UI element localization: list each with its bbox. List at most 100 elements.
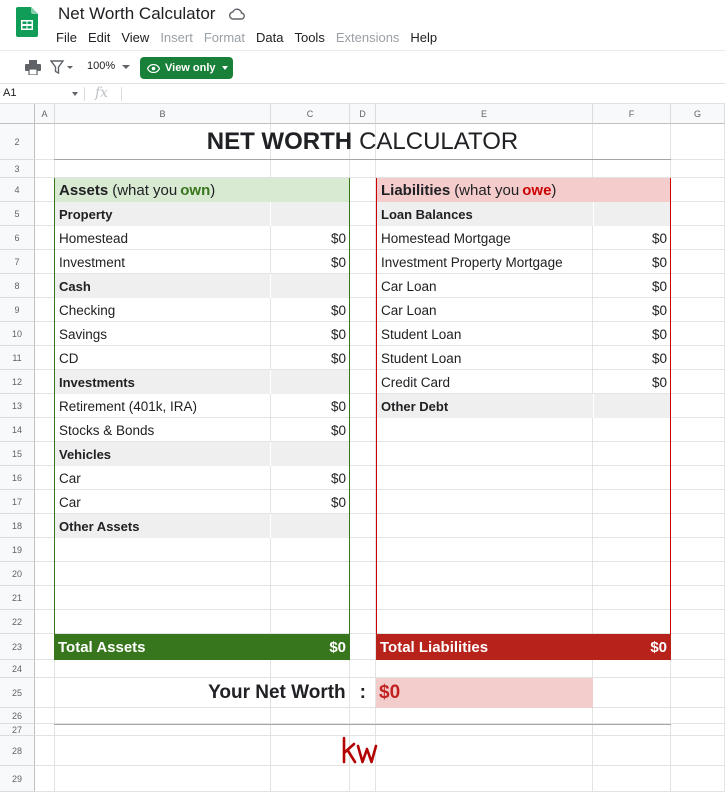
column-header-c[interactable]: C bbox=[271, 104, 350, 124]
assets-item-row[interactable]: Checking $0 bbox=[55, 298, 349, 322]
liabilities-item-row[interactable]: Car Loan $0 bbox=[377, 274, 670, 298]
total-assets-value: $0 bbox=[329, 638, 346, 656]
row-header-6[interactable]: 6 bbox=[0, 226, 35, 250]
column-header-e[interactable]: E bbox=[376, 104, 593, 124]
total-liabilities-row[interactable]: Total Liabilities $0 bbox=[376, 634, 671, 660]
assets-item-row[interactable]: Homestead $0 bbox=[55, 226, 349, 250]
assets-item-label: Savings bbox=[59, 326, 108, 342]
assets-header[interactable]: Assets (what you own ) bbox=[55, 178, 349, 202]
assets-category-row[interactable]: Other Assets bbox=[55, 514, 349, 538]
row-header-8[interactable]: 8 bbox=[0, 274, 35, 298]
eye-icon bbox=[147, 63, 160, 73]
assets-item-value: $0 bbox=[330, 494, 346, 510]
row-header-15[interactable]: 15 bbox=[0, 442, 35, 466]
column-header-f[interactable]: F bbox=[593, 104, 671, 124]
select-all-corner[interactable] bbox=[0, 104, 35, 124]
assets-category-row[interactable]: Investments bbox=[55, 370, 349, 394]
assets-item-row[interactable]: Car $0 bbox=[55, 490, 349, 514]
row-header-26[interactable]: 26 bbox=[0, 708, 35, 724]
assets-item-row[interactable]: Savings $0 bbox=[55, 322, 349, 346]
assets-category-row[interactable]: Vehicles bbox=[55, 442, 349, 466]
assets-item-row[interactable]: Retirement (401k, IRA) $0 bbox=[55, 394, 349, 418]
row-header-3[interactable]: 3 bbox=[0, 160, 35, 178]
assets-category-row[interactable]: Property bbox=[55, 202, 349, 226]
row-header-28[interactable]: 28 bbox=[0, 736, 35, 766]
row-header-29[interactable]: 29 bbox=[0, 766, 35, 792]
row-header-11[interactable]: 11 bbox=[0, 346, 35, 370]
assets-header-prefix: (what you bbox=[112, 181, 178, 199]
liabilities-item-value: $0 bbox=[651, 254, 667, 270]
liabilities-header[interactable]: Liabilities (what you owe ) bbox=[377, 178, 670, 202]
row-header-18[interactable]: 18 bbox=[0, 514, 35, 538]
assets-category-row[interactable]: Cash bbox=[55, 274, 349, 298]
row-header-21[interactable]: 21 bbox=[0, 586, 35, 610]
assets-item-label: Cash bbox=[59, 278, 91, 294]
net-worth-value-cell[interactable]: $0 bbox=[376, 678, 593, 708]
assets-item-row[interactable]: CD $0 bbox=[55, 346, 349, 370]
liabilities-item-row[interactable]: Car Loan $0 bbox=[377, 298, 670, 322]
zoom-select[interactable]: 100% bbox=[87, 60, 115, 72]
row-header-4[interactable]: 4 bbox=[0, 178, 35, 202]
row-header-19[interactable]: 19 bbox=[0, 538, 35, 562]
menu-item-data[interactable]: Data bbox=[256, 30, 283, 45]
row-header-10[interactable]: 10 bbox=[0, 322, 35, 346]
menu-item-help[interactable]: Help bbox=[410, 30, 437, 45]
assets-item-label: Vehicles bbox=[59, 446, 112, 462]
view-only-button[interactable]: View only bbox=[140, 57, 233, 79]
document-title[interactable]: Net Worth Calculator bbox=[58, 4, 215, 24]
row-header-24[interactable]: 24 bbox=[0, 660, 35, 678]
assets-item-label: Homestead bbox=[59, 230, 129, 246]
assets-item-row[interactable]: Car $0 bbox=[55, 466, 349, 490]
assets-item-row[interactable]: Stocks & Bonds $0 bbox=[55, 418, 349, 442]
row-header-25[interactable]: 25 bbox=[0, 678, 35, 708]
row-header-23[interactable]: 23 bbox=[0, 634, 35, 660]
net-worth-label-cell[interactable]: Your Net Worth : bbox=[54, 678, 371, 708]
menu-item-file[interactable]: File bbox=[56, 30, 77, 45]
column-header-b[interactable]: B bbox=[55, 104, 271, 124]
row-header-12[interactable]: 12 bbox=[0, 370, 35, 394]
assets-item-row[interactable]: Investment $0 bbox=[55, 250, 349, 274]
row-header-22[interactable]: 22 bbox=[0, 610, 35, 634]
row-header-5[interactable]: 5 bbox=[0, 202, 35, 226]
total-assets-row[interactable]: Total Assets $0 bbox=[54, 634, 350, 660]
column-header-a[interactable]: A bbox=[35, 104, 55, 124]
liabilities-header-suffix: ) bbox=[551, 181, 557, 199]
liabilities-category-row[interactable]: Other Debt bbox=[377, 394, 670, 418]
menu-item-view[interactable]: View bbox=[121, 30, 149, 45]
liabilities-item-row[interactable]: Student Loan $0 bbox=[377, 322, 670, 346]
menu-item-insert[interactable]: Insert bbox=[160, 30, 193, 45]
cloud-saved-icon[interactable] bbox=[229, 7, 245, 21]
liabilities-item-row[interactable]: Investment Property Mortgage $0 bbox=[377, 250, 670, 274]
row-header-13[interactable]: 13 bbox=[0, 394, 35, 418]
zoom-chevron-down-icon[interactable] bbox=[122, 65, 130, 69]
row-header-27[interactable]: 27 bbox=[0, 724, 35, 736]
menu-item-edit[interactable]: Edit bbox=[88, 30, 110, 45]
name-box[interactable]: A1 bbox=[3, 87, 16, 99]
liabilities-item-label: Credit Card bbox=[381, 374, 451, 390]
menu-item-format[interactable]: Format bbox=[204, 30, 245, 45]
column-header-d[interactable]: D bbox=[350, 104, 376, 124]
liabilities-item-label: Homestead Mortgage bbox=[381, 230, 511, 246]
row-header-16[interactable]: 16 bbox=[0, 466, 35, 490]
row-header-9[interactable]: 9 bbox=[0, 298, 35, 322]
liabilities-item-row[interactable]: Homestead Mortgage $0 bbox=[377, 226, 670, 250]
liabilities-item-row[interactable]: Student Loan $0 bbox=[377, 346, 670, 370]
formula-input[interactable] bbox=[130, 86, 720, 102]
column-header-g[interactable]: G bbox=[671, 104, 725, 124]
name-box-chevron-down-icon[interactable] bbox=[72, 92, 78, 96]
assets-item-value: $0 bbox=[330, 398, 346, 414]
liabilities-header-title: Liabilities bbox=[381, 181, 451, 199]
row-header-2[interactable]: 2 bbox=[0, 124, 35, 160]
filter-icon[interactable] bbox=[50, 60, 74, 75]
liabilities-item-row[interactable]: Credit Card $0 bbox=[377, 370, 670, 394]
menu-item-extensions[interactable]: Extensions bbox=[336, 30, 400, 45]
row-header-20[interactable]: 20 bbox=[0, 562, 35, 586]
row-header-14[interactable]: 14 bbox=[0, 418, 35, 442]
liabilities-category-row[interactable]: Loan Balances bbox=[377, 202, 670, 226]
menu-item-tools[interactable]: Tools bbox=[294, 30, 324, 45]
row-header-17[interactable]: 17 bbox=[0, 490, 35, 514]
google-sheets-logo-icon[interactable] bbox=[16, 7, 38, 37]
liabilities-item-label: Student Loan bbox=[381, 350, 462, 366]
print-icon[interactable] bbox=[25, 60, 41, 75]
row-header-7[interactable]: 7 bbox=[0, 250, 35, 274]
